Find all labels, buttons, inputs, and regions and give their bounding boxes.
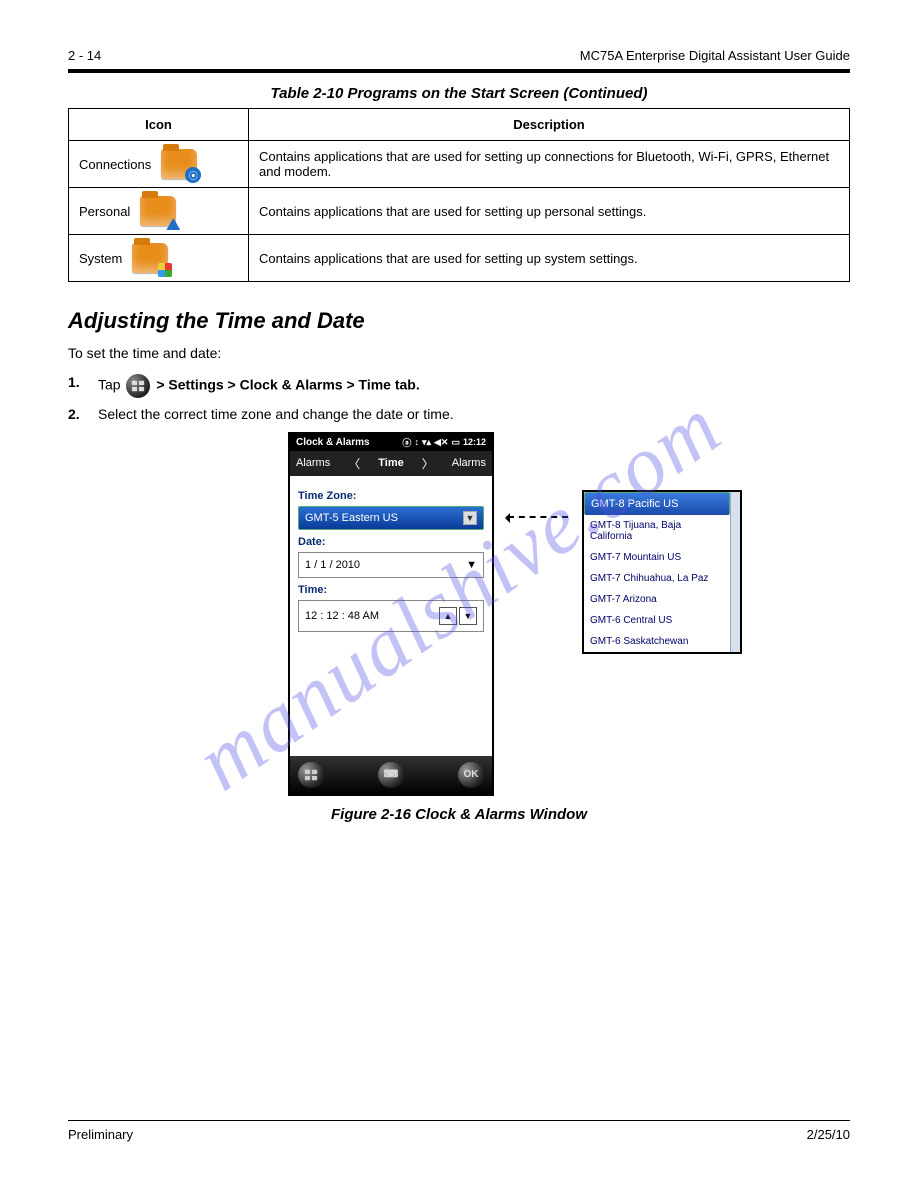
row-desc: Contains applications that are used for … xyxy=(249,235,850,282)
date-label: Date: xyxy=(298,536,484,548)
col-desc: Description xyxy=(249,109,850,141)
nav-right[interactable]: Alarms xyxy=(452,457,486,469)
header-rule xyxy=(68,69,850,73)
intro-text: To set the time and date: xyxy=(68,344,850,364)
nav-left[interactable]: Alarms xyxy=(296,457,330,469)
timezone-list[interactable]: GMT-8 Pacific US GMT-8 Tijuana, Baja Cal… xyxy=(582,490,742,654)
figure: Clock & Alarms ⓐ ↕ ▾▴ ◀✕ ▭ 12:12 Alarms … xyxy=(288,432,850,796)
callout-arrow xyxy=(508,516,568,518)
battery-icon: ▭ xyxy=(451,437,460,448)
folder-connections-icon: ⦿ xyxy=(161,149,197,179)
phone-mock: Clock & Alarms ⓐ ↕ ▾▴ ◀✕ ▭ 12:12 Alarms … xyxy=(288,432,494,796)
book-title: MC75A Enterprise Digital Assistant User … xyxy=(580,48,850,63)
col-icon: Icon xyxy=(69,109,249,141)
figure-caption: Figure 2-16 Clock & Alarms Window xyxy=(68,806,850,823)
scrollbar[interactable] xyxy=(730,492,740,652)
timezone-select[interactable]: GMT-5 Eastern US ▼ xyxy=(298,506,484,530)
status-icons: ⓐ ↕ ▾▴ ◀✕ ▭ 12:12 xyxy=(402,436,486,449)
start-button[interactable] xyxy=(298,762,324,788)
time-down-button[interactable]: ▼ xyxy=(459,607,477,625)
windows-start-icon xyxy=(126,374,150,398)
step-text: Tap > Settings > Clock & Alarms > Time t… xyxy=(98,374,420,398)
step-num: 1. xyxy=(68,374,86,398)
sync-icon: ↕ xyxy=(414,437,419,447)
time-up-button[interactable]: ▲ xyxy=(439,607,457,625)
section-heading: Adjusting the Time and Date xyxy=(68,308,850,334)
chevron-down-icon[interactable]: ▼ xyxy=(463,511,477,525)
row-desc: Contains applications that are used for … xyxy=(249,188,850,235)
tz-value: GMT-5 Eastern US xyxy=(305,512,398,524)
step-after: > Settings > Clock & Alarms > Time tab. xyxy=(156,376,419,392)
row-label: Personal xyxy=(79,204,130,219)
volume-icon: ◀✕ xyxy=(434,437,448,448)
input-mode-icon: ⓐ xyxy=(402,436,411,449)
table-caption: Table 2-10 Programs on the Start Screen … xyxy=(68,85,850,102)
nav-center: Time xyxy=(378,457,403,469)
row-label: System xyxy=(79,251,122,266)
time-label: Time: xyxy=(298,584,484,596)
keyboard-button[interactable]: ⌨ xyxy=(378,762,404,788)
time-value: 12 : 12 : 48 AM xyxy=(305,610,379,622)
footer-right: 2/25/10 xyxy=(807,1127,850,1142)
table-row: Personal Contains applications that are … xyxy=(69,188,850,235)
step-1: 1. Tap > Settings > Clock & Alarms > Tim… xyxy=(68,374,850,398)
date-value: 1 / 1 / 2010 xyxy=(305,559,360,571)
list-item[interactable]: GMT-6 Central US xyxy=(584,610,730,631)
step-text: Select the correct time zone and change … xyxy=(98,406,454,422)
page-footer: Preliminary 2/25/10 xyxy=(68,1120,850,1142)
signal-icon: ▾▴ xyxy=(422,437,431,448)
nav-prev-icon[interactable]: 〈 xyxy=(348,455,360,472)
list-item[interactable]: GMT-6 Saskatchewan xyxy=(584,631,730,652)
time-field[interactable]: 12 : 12 : 48 AM ▲ ▼ xyxy=(298,600,484,632)
date-field[interactable]: 1 / 1 / 2010 ▼ xyxy=(298,552,484,578)
step-pre: Tap xyxy=(98,376,124,392)
ok-button[interactable]: OK xyxy=(458,762,484,788)
footer-left: Preliminary xyxy=(68,1127,133,1142)
row-label: Connections xyxy=(79,157,151,172)
step-num: 2. xyxy=(68,406,86,422)
folder-personal-icon xyxy=(140,196,176,226)
step-2: 2. Select the correct time zone and chan… xyxy=(68,406,850,422)
nav-next-icon[interactable]: 〉 xyxy=(422,455,434,472)
tz-label: Time Zone: xyxy=(298,490,484,502)
phone-title: Clock & Alarms xyxy=(296,437,370,448)
row-desc: Contains applications that are used for … xyxy=(249,141,850,188)
chevron-down-icon[interactable]: ▼ xyxy=(466,559,477,571)
clock-text: 12:12 xyxy=(463,437,486,447)
list-item[interactable]: GMT-7 Arizona xyxy=(584,589,730,610)
list-item[interactable]: GMT-8 Tijuana, Baja California xyxy=(584,515,730,547)
list-item[interactable]: GMT-7 Chihuahua, La Paz xyxy=(584,568,730,589)
folder-system-icon xyxy=(132,243,168,273)
list-item[interactable]: GMT-8 Pacific US xyxy=(584,492,730,515)
page-number: 2 - 14 xyxy=(68,48,101,63)
table-row: System Contains applications that are us… xyxy=(69,235,850,282)
table-row: Connections ⦿ Contains applications that… xyxy=(69,141,850,188)
list-item[interactable]: GMT-7 Mountain US xyxy=(584,547,730,568)
icons-table: Icon Description Connections ⦿ Contains … xyxy=(68,108,850,282)
